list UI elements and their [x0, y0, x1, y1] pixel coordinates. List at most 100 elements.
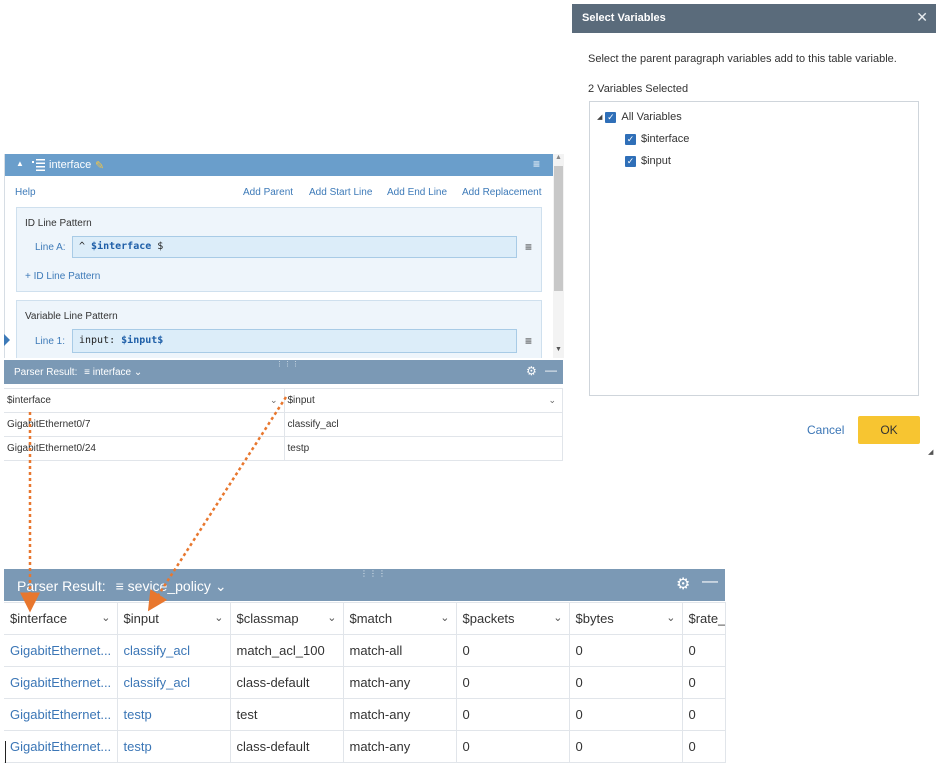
hamburger-icon[interactable]: ≡: [533, 157, 540, 171]
text-cursor: [5, 741, 6, 763]
table-cell: GigabitEthernet...: [4, 698, 118, 731]
gear-icon[interactable]: ⚙: [526, 364, 537, 378]
add-parent-link[interactable]: Add Parent: [243, 187, 293, 198]
add-id-line-pattern-link[interactable]: + ID Line Pattern: [25, 271, 100, 282]
table-cell: match-all: [343, 634, 457, 667]
table-row[interactable]: GigabitEthernet0/7 classify_acl: [4, 412, 563, 437]
checkbox-checked-icon[interactable]: ✓: [605, 111, 617, 123]
chevron-down-icon[interactable]: ⌄: [327, 611, 336, 624]
chevron-down-icon[interactable]: ⌄: [101, 611, 110, 624]
column-header-label: $classmap: [236, 611, 299, 626]
pattern-suffix: $: [151, 241, 164, 252]
result-selector[interactable]: interface: [93, 367, 131, 378]
table-cell: GigabitEthernet0/24: [4, 436, 285, 461]
cancel-button[interactable]: Cancel: [807, 423, 844, 437]
scroll-up-icon[interactable]: ▲: [555, 154, 562, 161]
column-header-label: $packets: [462, 611, 515, 626]
column-header-label: $input: [123, 611, 159, 626]
editor-header: ▲ interface ✎ ≡: [5, 154, 553, 176]
table-cell: classify_acl: [117, 666, 231, 699]
var-pattern-variable[interactable]: $input$: [121, 335, 163, 346]
add-replacement-link[interactable]: Add Replacement: [462, 187, 542, 198]
id-pattern-input[interactable]: ^ $interface $: [72, 236, 517, 258]
pencil-icon[interactable]: ✎: [95, 159, 104, 172]
select-variables-dialog: Select Variables ✕ Select the parent par…: [572, 4, 936, 456]
table-cell: classify_acl: [284, 412, 563, 437]
column-header-rate[interactable]: $rate_: [682, 602, 726, 635]
tree-node-interface[interactable]: ✓ $interface: [625, 133, 689, 145]
chevron-down-icon[interactable]: ⌄: [553, 611, 562, 624]
add-start-line-link[interactable]: Add Start Line: [309, 187, 372, 198]
table-cell: GigabitEthernet...: [4, 730, 118, 763]
column-header[interactable]: $interface ⌄: [4, 388, 285, 413]
column-header-classmap[interactable]: $classmap ⌄: [230, 602, 344, 635]
expand-triangle-icon[interactable]: ◢: [597, 114, 602, 121]
help-link[interactable]: Help: [15, 187, 36, 198]
table-cell: match_acl_100: [230, 634, 344, 667]
editor-scrollbar[interactable]: ▲ ▼: [553, 154, 564, 358]
tree-node-input[interactable]: ✓ $input: [625, 155, 671, 167]
column-header[interactable]: $input ⌄: [284, 388, 563, 413]
checkbox-checked-icon[interactable]: ✓: [625, 133, 636, 145]
line-menu-icon[interactable]: ≡: [525, 240, 532, 254]
pattern-variable[interactable]: $interface: [91, 241, 151, 252]
dialog-title: Select Variables: [582, 12, 666, 24]
line-menu-icon[interactable]: ≡: [525, 334, 532, 348]
chevron-down-icon[interactable]: ⌄: [666, 611, 675, 624]
chevron-down-icon[interactable]: ⌄: [440, 611, 449, 624]
gear-icon[interactable]: ⚙: [676, 574, 690, 594]
table-cell: match-any: [343, 666, 457, 699]
result-selector[interactable]: sevice_policy: [128, 578, 211, 594]
checkbox-checked-icon[interactable]: ✓: [625, 155, 636, 167]
chevron-down-icon[interactable]: ⌄: [134, 367, 142, 378]
table-cell: GigabitEthernet0/7: [4, 412, 285, 437]
table-row[interactable]: GigabitEthernet... testp class-default m…: [4, 730, 726, 763]
column-header-packets[interactable]: $packets ⌄: [456, 602, 570, 635]
dialog-description: Select the parent paragraph variables ad…: [588, 53, 897, 65]
editor-title: interface: [49, 159, 92, 171]
table-row[interactable]: GigabitEthernet0/24 testp: [4, 436, 563, 461]
chevron-down-icon[interactable]: ⌄: [548, 395, 556, 406]
var-section-title: Variable Line Pattern: [25, 311, 118, 322]
add-end-line-link[interactable]: Add End Line: [387, 187, 447, 198]
tree-node-label: All Variables: [621, 111, 682, 124]
table-row[interactable]: GigabitEthernet... testp test match-any …: [4, 698, 726, 731]
table-cell: testp: [284, 436, 563, 461]
table-row[interactable]: GigabitEthernet... classify_acl class-de…: [4, 666, 726, 699]
table-cell: class-default: [230, 666, 344, 699]
column-header-interface[interactable]: $interface ⌄: [4, 602, 118, 635]
chevron-down-icon[interactable]: ⌄: [214, 611, 223, 624]
table-icon: [32, 159, 45, 171]
id-line-pattern-section: ID Line Pattern Line A: ^ $interface $ ≡…: [16, 207, 542, 292]
column-header-bytes[interactable]: $bytes ⌄: [569, 602, 683, 635]
chevron-down-icon[interactable]: ⌄: [270, 395, 278, 406]
column-header-input[interactable]: $input ⌄: [117, 602, 231, 635]
table-header-row: $interface ⌄ $input ⌄: [4, 388, 563, 413]
column-header-label: $bytes: [575, 611, 614, 626]
table-cell: 0: [682, 666, 726, 699]
table-icon: ≡: [115, 578, 124, 594]
minus-icon[interactable]: —: [545, 363, 557, 377]
column-header-match[interactable]: $match ⌄: [343, 602, 457, 635]
tree-node-label: $input: [641, 155, 671, 168]
variable-line-pattern-section: Variable Line Pattern Line 1: input: $in…: [16, 300, 542, 358]
close-icon[interactable]: ✕: [916, 9, 928, 26]
chevron-down-icon[interactable]: ⌄: [215, 578, 227, 594]
column-header-label: $input: [287, 395, 315, 406]
ok-button[interactable]: OK: [858, 416, 920, 444]
column-header-label: $match: [349, 611, 393, 626]
scroll-down-icon[interactable]: ▼: [555, 346, 562, 353]
scrollbar-thumb[interactable]: [554, 166, 563, 291]
table-cell: match-any: [343, 698, 457, 731]
table-row[interactable]: GigabitEthernet... classify_acl match_ac…: [4, 634, 726, 667]
resize-grip-icon[interactable]: ⋮⋮⋮: [276, 360, 300, 368]
table-cell: 0: [456, 634, 570, 667]
table-cell: 0: [456, 666, 570, 699]
resize-grip-icon[interactable]: ⋮⋮⋮: [360, 569, 387, 578]
table-cell: test: [230, 698, 344, 731]
variable-pattern-input[interactable]: input: $input$: [72, 329, 517, 353]
collapse-triangle-icon[interactable]: ▲: [16, 159, 24, 168]
minus-icon[interactable]: —: [702, 573, 718, 591]
resize-handle-icon[interactable]: ◢: [928, 448, 933, 456]
tree-node-all-variables[interactable]: ◢ ✓ All Variables: [597, 111, 682, 123]
